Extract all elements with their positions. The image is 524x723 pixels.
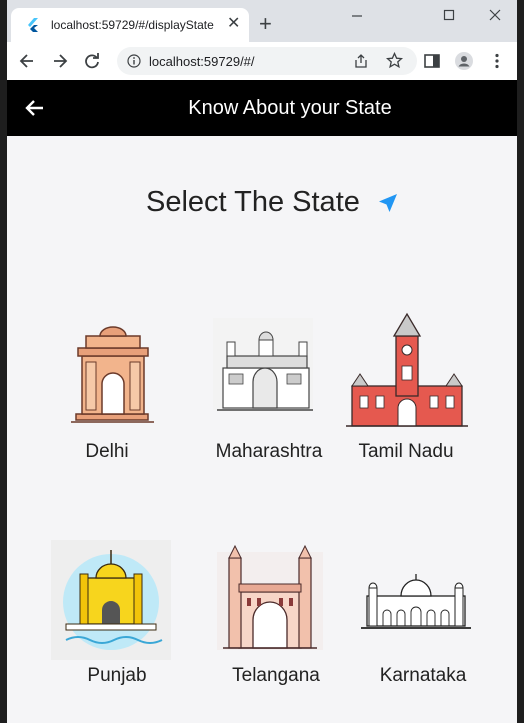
share-icon[interactable]	[353, 53, 369, 69]
minimize-icon[interactable]	[351, 10, 363, 22]
browser-toolbar: localhost:59729/#/	[7, 42, 517, 80]
url-text: localhost:59729/#/	[149, 54, 255, 69]
india-gate-icon	[71, 326, 154, 423]
navigation-arrow-icon	[379, 194, 397, 212]
state-label: Maharashtra	[215, 441, 323, 462]
forward-nav-icon[interactable]	[50, 51, 70, 71]
browser-window: localhost:59729/#/displayState ✕ + local…	[7, 0, 517, 723]
more-menu-icon[interactable]	[487, 51, 507, 71]
bookmark-star-icon[interactable]	[386, 52, 403, 69]
profile-avatar-icon[interactable]	[454, 51, 474, 71]
state-card-telangana[interactable]: Telangana	[195, 530, 345, 723]
flutter-icon	[28, 18, 38, 32]
gateway-of-india-icon	[213, 318, 313, 411]
tab-title: localhost:59729/#/displayState	[51, 18, 214, 32]
app-title: Know About your State	[188, 97, 392, 119]
info-icon[interactable]	[127, 54, 141, 68]
state-card-maharashtra[interactable]: Maharashtra	[187, 306, 337, 506]
state-label: Tamil Nadu	[358, 441, 454, 462]
state-card-punjab[interactable]: Punjab	[36, 530, 186, 723]
state-card-delhi[interactable]: Delhi	[36, 306, 186, 506]
mysore-palace-icon	[361, 574, 471, 629]
app-bar: Know About your State	[7, 80, 517, 136]
address-bar[interactable]: localhost:59729/#/	[117, 47, 417, 75]
chennai-central-icon	[346, 312, 468, 427]
state-label: Karnataka	[379, 665, 467, 686]
back-nav-icon[interactable]	[17, 51, 37, 71]
state-label: Delhi	[85, 441, 129, 462]
golden-temple-icon	[51, 540, 171, 660]
charminar-icon	[217, 544, 323, 650]
close-tab-icon[interactable]: ✕	[227, 15, 240, 33]
close-window-icon[interactable]	[489, 9, 501, 21]
state-card-karnataka[interactable]: Karnataka	[341, 530, 491, 723]
new-tab-button[interactable]: +	[259, 12, 272, 36]
tab-strip: localhost:59729/#/displayState ✕ +	[7, 0, 517, 42]
state-label: Telangana	[232, 665, 320, 686]
reload-icon[interactable]	[82, 51, 102, 71]
browser-tab[interactable]: localhost:59729/#/displayState ✕	[11, 8, 249, 42]
state-label: Punjab	[87, 665, 147, 686]
maximize-icon[interactable]	[443, 9, 455, 21]
side-panel-icon[interactable]	[422, 51, 442, 71]
page-heading: Select The State	[146, 186, 360, 218]
state-card-tamil-nadu[interactable]: Tamil Nadu	[332, 306, 482, 506]
